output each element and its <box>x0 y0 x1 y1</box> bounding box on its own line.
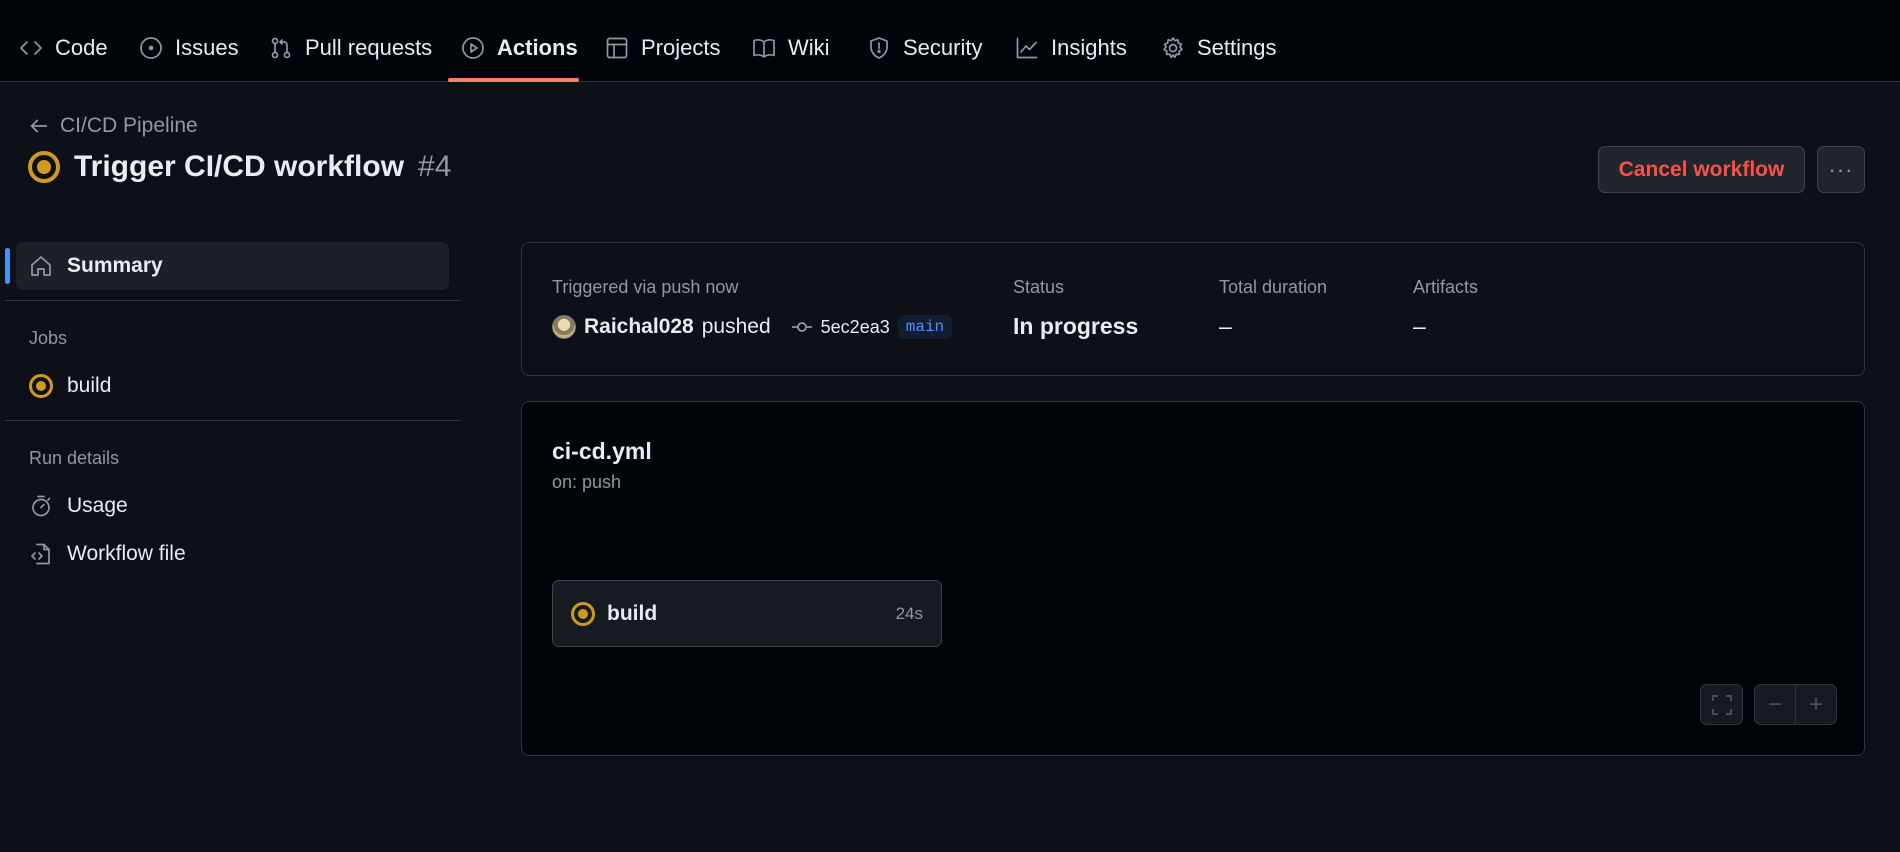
more-options-button[interactable]: ··· <box>1817 146 1865 193</box>
back-link-label: CI/CD Pipeline <box>60 114 198 137</box>
zoom-controls: − + <box>1754 684 1837 725</box>
file-code-icon <box>31 543 50 565</box>
book-icon <box>753 39 775 58</box>
tab-label: Issues <box>175 35 239 60</box>
issue-circle-icon <box>140 37 162 59</box>
table-icon <box>606 37 628 59</box>
in-progress-icon <box>28 151 60 183</box>
sidebar-item-label: Workflow file <box>67 542 186 565</box>
duration-value: – <box>1219 313 1232 339</box>
sidebar-divider <box>5 300 460 301</box>
job-node-build[interactable]: build 24s <box>552 580 942 647</box>
run-details-heading: Run details <box>29 448 120 468</box>
tab-label: Actions <box>497 35 578 60</box>
gear-icon <box>1163 37 1183 59</box>
cancel-workflow-button[interactable]: Cancel workflow <box>1598 146 1805 193</box>
page-title: Trigger CI/CD workflow #4 <box>28 150 451 184</box>
sidebar-item-label: Summary <box>67 254 163 277</box>
tab-code[interactable]: Code <box>17 26 110 70</box>
tab-projects[interactable]: Projects <box>603 26 722 70</box>
avatar[interactable] <box>552 315 576 339</box>
tab-label: Settings <box>1197 35 1277 60</box>
sidebar-item-summary[interactable]: Summary <box>16 242 449 290</box>
commit-sha: 5ec2ea3 <box>820 316 890 337</box>
tab-label: Pull requests <box>305 35 433 60</box>
job-duration: 24s <box>895 603 923 623</box>
tab-wiki[interactable]: Wiki <box>750 26 832 70</box>
graph-icon <box>1016 37 1038 59</box>
branch-badge[interactable]: main <box>897 315 953 339</box>
repo-nav: Code Issues Pull requests Actions Projec… <box>0 0 1900 82</box>
trigger-label: Triggered via push now <box>552 277 739 297</box>
sidebar-item-usage[interactable]: Usage <box>16 482 449 530</box>
in-progress-icon <box>29 374 53 398</box>
status-value: In progress <box>1013 313 1139 339</box>
workflow-trigger: on: push <box>552 472 622 492</box>
tab-actions[interactable]: Actions <box>459 26 580 70</box>
screen-full-icon <box>1711 694 1732 715</box>
artifacts-label: Artifacts <box>1413 277 1479 297</box>
tab-settings[interactable]: Settings <box>1159 26 1279 70</box>
tab-issues[interactable]: Issues <box>137 26 241 70</box>
sidebar-divider <box>5 420 460 421</box>
home-icon <box>31 256 51 276</box>
stopwatch-icon <box>32 495 51 517</box>
user-link[interactable]: Raichal028 <box>584 315 694 339</box>
sidebar-item-job-build[interactable]: build <box>16 362 449 410</box>
sidebar-item-workflow-file[interactable]: Workflow file <box>16 530 449 578</box>
tab-pull-requests[interactable]: Pull requests <box>267 26 434 70</box>
tab-security[interactable]: Security <box>865 26 984 70</box>
artifacts-value: – <box>1413 313 1426 339</box>
duration-label: Total duration <box>1219 277 1328 297</box>
trigger-details: Raichal028 pushed 5ec2ea3 main <box>552 315 953 339</box>
tab-label: Code <box>55 35 108 60</box>
job-name: build <box>607 601 658 625</box>
shield-icon <box>870 37 888 59</box>
tab-insights[interactable]: Insights <box>1013 26 1129 70</box>
run-summary-card: Triggered via push now Raichal028 pushed… <box>521 242 1865 376</box>
jobs-heading: Jobs <box>29 328 68 348</box>
workflow-graph: ci-cd.yml on: push build 24s − + <box>521 401 1865 756</box>
zoom-out-button[interactable]: − <box>1755 685 1795 724</box>
in-progress-icon <box>571 601 595 626</box>
arrow-left-icon <box>30 119 48 133</box>
zoom-in-button[interactable]: + <box>1795 685 1836 724</box>
code-icon <box>20 41 42 55</box>
fit-to-screen-button[interactable] <box>1700 684 1743 725</box>
tab-label: Wiki <box>788 35 830 60</box>
active-tab-underline <box>448 78 579 82</box>
sidebar-item-label: build <box>67 374 112 397</box>
run-number: #4 <box>418 150 452 183</box>
push-action-text: pushed <box>701 315 771 338</box>
back-to-workflow-link[interactable]: CI/CD Pipeline <box>28 114 198 138</box>
workflow-file-name: ci-cd.yml <box>552 438 652 464</box>
tab-label: Security <box>903 35 983 60</box>
sidebar-item-label: Usage <box>67 494 128 517</box>
tab-label: Insights <box>1051 35 1127 60</box>
status-label: Status <box>1013 277 1065 297</box>
tab-label: Projects <box>641 35 721 60</box>
git-commit-icon <box>791 322 812 332</box>
play-icon <box>462 37 484 59</box>
sidebar-active-indicator <box>5 248 10 284</box>
run-title-text: Trigger CI/CD workflow <box>74 150 405 183</box>
commit-link[interactable]: 5ec2ea3 <box>791 317 890 338</box>
git-pull-request-icon <box>271 37 291 59</box>
